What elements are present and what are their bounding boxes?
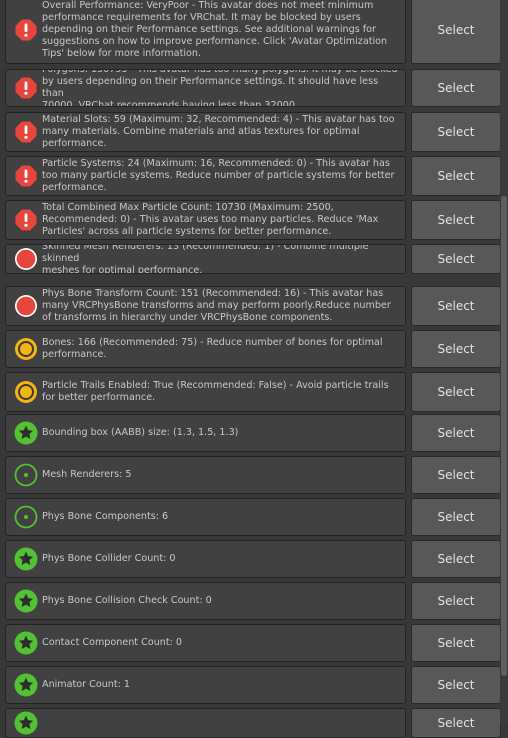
excellent-star-icon	[14, 421, 38, 445]
excellent-star-icon	[14, 673, 38, 697]
report-message-text: Phys Bone Collision Check Count: 0	[42, 595, 212, 606]
report-message-text: Material Slots: 59 (Maximum: 32, Recomme…	[42, 114, 395, 149]
report-message-text: Skinned Mesh Renderers: 13 (Recommended:…	[42, 244, 369, 274]
select-button[interactable]: Select	[411, 456, 501, 494]
report-message-text: Particle Trails Enabled: True (Recommend…	[42, 380, 389, 403]
report-row: Skinned Mesh Renderers: 13 (Recommended:…	[5, 244, 501, 274]
report-row: Overall Performance: VeryPoor - This ava…	[5, 0, 501, 64]
select-button[interactable]: Select	[411, 666, 501, 704]
select-button[interactable]: Select	[411, 624, 501, 662]
report-message-text: Particle Systems: 24 (Maximum: 16, Recom…	[42, 158, 395, 193]
vertical-scrollbar[interactable]	[500, 0, 508, 724]
report-message-text: Bones: 166 (Recommended: 75) - Reduce nu…	[42, 337, 383, 360]
report-message-box: Phys Bone Components: 6	[5, 498, 406, 536]
good-dot-icon	[14, 505, 38, 529]
select-button[interactable]: Select	[411, 244, 501, 274]
report-message-text: Phys Bone Collider Count: 0	[42, 553, 176, 564]
select-button[interactable]: Select	[411, 286, 501, 326]
report-message-box: Phys Bone Collision Check Count: 0	[5, 582, 406, 620]
report-message-box: Contact Component Count: 0	[5, 624, 406, 662]
select-button[interactable]: Select	[411, 112, 501, 152]
select-button[interactable]: Select	[411, 540, 501, 578]
select-button[interactable]: Select	[411, 582, 501, 620]
report-message-box: Animator Count: 1	[5, 666, 406, 704]
report-message-box: Bounding box (AABB) size: (1.3, 1.5, 1.3…	[5, 414, 406, 452]
report-message-box: Phys Bone Collider Count: 0	[5, 540, 406, 578]
select-button[interactable]: Select	[411, 708, 501, 738]
report-message-box: Material Slots: 59 (Maximum: 32, Recomme…	[5, 112, 406, 152]
report-row: Mesh Renderers: 5 Select	[5, 456, 501, 494]
report-row: Material Slots: 59 (Maximum: 32, Recomme…	[5, 112, 501, 152]
report-row: Bounding box (AABB) size: (1.3, 1.5, 1.3…	[5, 414, 501, 452]
performance-report-list: Overall Performance: VeryPoor - This ava…	[0, 0, 501, 738]
report-row: Particle Systems: 24 (Maximum: 16, Recom…	[5, 156, 501, 196]
report-row: Particle Trails Enabled: True (Recommend…	[5, 372, 501, 412]
report-message-text: Contact Component Count: 0	[42, 637, 182, 648]
report-row: Phys Bone Collider Count: 0 Select	[5, 540, 501, 578]
report-row: Animator Count: 1 Select	[5, 666, 501, 704]
select-button[interactable]: Select	[411, 200, 501, 240]
report-row: Phys Bone Collision Check Count: 0 Selec…	[5, 582, 501, 620]
excellent-star-icon	[14, 589, 38, 613]
report-message-box: Particle Trails Enabled: True (Recommend…	[5, 372, 406, 412]
report-row: Total Combined Max Particle Count: 10730…	[5, 200, 501, 240]
select-button[interactable]: Select	[411, 0, 501, 64]
select-button[interactable]: Select	[411, 372, 501, 412]
excellent-star-icon	[14, 631, 38, 655]
report-message-text: Polygons: 150795 - This avatar has too m…	[42, 69, 398, 107]
select-button[interactable]: Select	[411, 414, 501, 452]
excellent-star-icon	[14, 711, 38, 735]
report-message-box: Total Combined Max Particle Count: 10730…	[5, 200, 406, 240]
report-message-box: Bones: 166 (Recommended: 75) - Reduce nu…	[5, 330, 406, 368]
report-row: Phys Bone Transform Count: 151 (Recommen…	[5, 286, 501, 326]
report-row: Phys Bone Components: 6 Select	[5, 498, 501, 536]
medium-icon-yellow	[14, 380, 38, 404]
select-button[interactable]: Select	[411, 330, 501, 368]
poor-icon-red	[14, 247, 38, 271]
select-button[interactable]: Select	[411, 69, 501, 107]
report-row: Select	[5, 708, 501, 738]
select-button[interactable]: Select	[411, 498, 501, 536]
alert-icon-red	[14, 76, 38, 100]
good-dot-icon	[14, 463, 38, 487]
scrollbar-thumb[interactable]	[501, 196, 507, 676]
report-row: Bones: 166 (Recommended: 75) - Reduce nu…	[5, 330, 501, 368]
poor-icon-red	[14, 294, 38, 318]
report-message-box: Particle Systems: 24 (Maximum: 16, Recom…	[5, 156, 406, 196]
report-message-text: Overall Performance: VeryPoor - This ava…	[42, 0, 388, 59]
report-message-text: Mesh Renderers: 5	[42, 469, 132, 480]
report-message-text: Phys Bone Transform Count: 151 (Recommen…	[42, 288, 391, 323]
alert-icon-red	[14, 208, 38, 232]
report-message-box	[5, 708, 406, 738]
medium-icon-yellow	[14, 337, 38, 361]
excellent-star-icon	[14, 547, 38, 571]
report-message-text: Phys Bone Components: 6	[42, 511, 169, 522]
report-message-box: Polygons: 150795 - This avatar has too m…	[5, 69, 406, 107]
alert-icon-red	[14, 18, 38, 42]
report-row: Contact Component Count: 0 Select	[5, 624, 501, 662]
report-row: Polygons: 150795 - This avatar has too m…	[5, 69, 501, 107]
report-message-box: Phys Bone Transform Count: 151 (Recommen…	[5, 286, 406, 326]
report-message-text: Total Combined Max Particle Count: 10730…	[42, 202, 379, 237]
report-message-box: Mesh Renderers: 5	[5, 456, 406, 494]
report-message-text: Animator Count: 1	[42, 679, 131, 690]
report-message-text: Bounding box (AABB) size: (1.3, 1.5, 1.3…	[42, 427, 239, 438]
alert-icon-red	[14, 120, 38, 144]
report-message-box: Skinned Mesh Renderers: 13 (Recommended:…	[5, 244, 406, 274]
report-message-box: Overall Performance: VeryPoor - This ava…	[5, 0, 406, 64]
select-button[interactable]: Select	[411, 156, 501, 196]
alert-icon-red	[14, 164, 38, 188]
